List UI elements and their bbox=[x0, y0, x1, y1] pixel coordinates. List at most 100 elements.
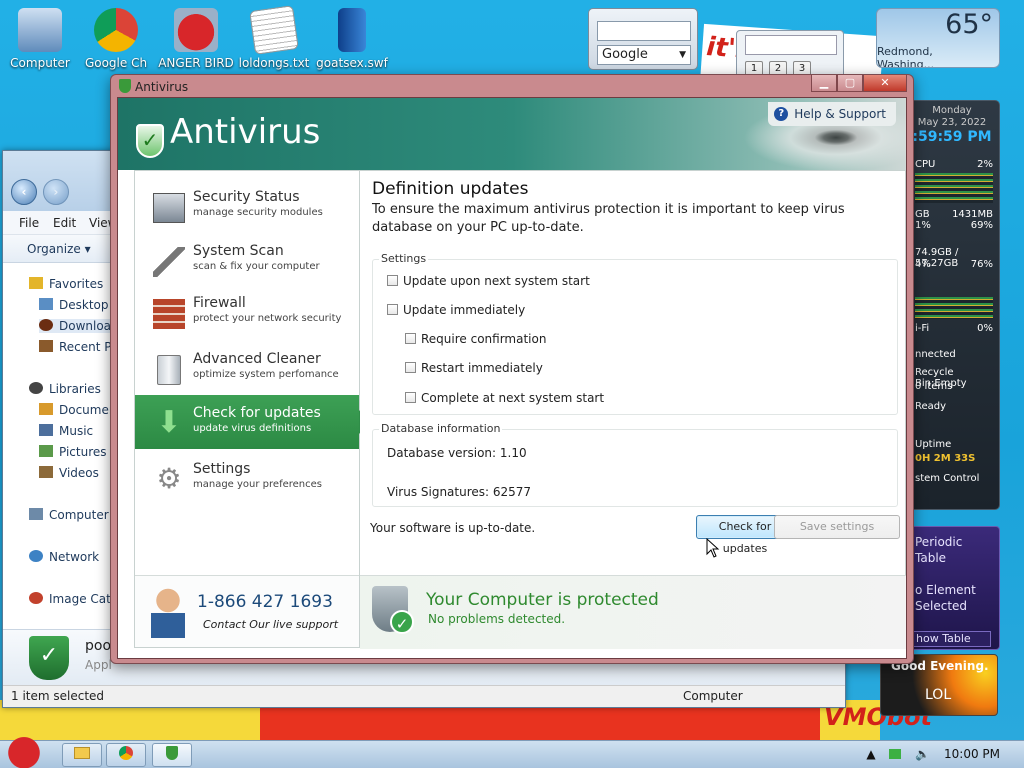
nav-system-scan[interactable]: System Scan scan & fix your computer bbox=[135, 233, 359, 287]
desktop-icon-label: goatsex.swf bbox=[316, 56, 388, 70]
nav-subtitle: update virus definitions bbox=[193, 423, 312, 434]
organize-button[interactable]: Organize ▾ bbox=[27, 242, 91, 256]
nav-settings[interactable]: ⚙ Settings manage your preferences bbox=[135, 451, 359, 505]
desktop-icon-label: loldongs.txt bbox=[238, 56, 310, 70]
videos-icon bbox=[39, 466, 53, 478]
desktop-icon-label: Google Ch bbox=[84, 56, 148, 70]
option-require-confirmation[interactable]: Require confirmation bbox=[405, 332, 546, 346]
taskbar: ▲ 🔈 10:00 PM bbox=[0, 733, 1024, 768]
angry-bird-start-icon bbox=[4, 733, 44, 768]
taskbar-antivirus[interactable] bbox=[152, 743, 192, 767]
nav-desktop[interactable]: Desktop bbox=[39, 298, 109, 312]
save-settings-button[interactable]: Save settings bbox=[774, 515, 900, 539]
maximize-button[interactable]: ▢ bbox=[837, 75, 863, 92]
option-complete-next-start[interactable]: Complete at next system start bbox=[405, 391, 604, 405]
checkbox[interactable] bbox=[405, 333, 416, 344]
checkbox[interactable] bbox=[387, 275, 398, 286]
network-tray-icon[interactable] bbox=[889, 749, 902, 759]
show-hidden-icons-icon[interactable]: ▲ bbox=[866, 747, 875, 761]
nav-subtitle: manage your preferences bbox=[193, 479, 322, 490]
back-arrow-icon[interactable]: ‹ bbox=[11, 179, 37, 205]
nav-music[interactable]: Music bbox=[39, 424, 93, 438]
desktop-icon bbox=[39, 298, 53, 310]
periodic-title-2: Table bbox=[915, 551, 947, 565]
virus-signatures: Virus Signatures: 62577 bbox=[387, 485, 532, 499]
periodic-table-gadget: Periodic Table o Element Selected how Ta… bbox=[906, 526, 1000, 650]
nav-check-for-updates[interactable]: ⬇ Check for updates update virus definit… bbox=[135, 395, 369, 449]
section-title: Definition updates bbox=[372, 179, 529, 199]
swf-file-icon bbox=[338, 8, 366, 52]
search-engine-select[interactable]: Google ▼ bbox=[597, 45, 691, 65]
checkbox[interactable] bbox=[405, 362, 416, 373]
nav-label: Documen bbox=[59, 403, 117, 417]
desktop-icon-goatsex-swf[interactable]: goatsex.swf bbox=[312, 8, 392, 70]
option-update-immediately[interactable]: Update immediately bbox=[387, 303, 525, 317]
ram-value: 1431MB bbox=[952, 209, 993, 220]
taskbar-clock[interactable]: 10:00 PM bbox=[944, 747, 1000, 761]
text-file-icon bbox=[249, 5, 299, 55]
nav-libraries[interactable]: Libraries bbox=[29, 382, 101, 396]
nav-firewall[interactable]: Firewall protect your network security bbox=[135, 285, 359, 339]
show-table-button[interactable]: how Table bbox=[913, 631, 991, 647]
magnifier-icon bbox=[153, 247, 185, 277]
nav-subtitle: scan & fix your computer bbox=[193, 261, 320, 272]
nav-recent-places[interactable]: Recent Pl bbox=[39, 340, 115, 354]
nav-network[interactable]: Network bbox=[29, 550, 99, 564]
nav-downloads[interactable]: Download bbox=[39, 319, 119, 333]
minimize-button[interactable]: ▁ bbox=[811, 75, 837, 92]
help-icon: ? bbox=[774, 107, 789, 121]
brick-wall-icon bbox=[153, 299, 185, 329]
option-label: Update upon next system start bbox=[403, 274, 590, 288]
menu-file[interactable]: File bbox=[19, 216, 39, 230]
nav-label: Network bbox=[49, 550, 100, 564]
google-search-input[interactable] bbox=[597, 21, 691, 41]
taskbar-explorer[interactable] bbox=[62, 743, 102, 767]
section-description: To ensure the maximum antivirus protecti… bbox=[372, 202, 845, 235]
gear-icon: ⚙ bbox=[156, 462, 182, 495]
nav-favorites[interactable]: Favorites bbox=[29, 277, 103, 291]
nav-subtitle: manage security modules bbox=[193, 207, 323, 218]
forward-arrow-icon[interactable]: › bbox=[42, 179, 69, 205]
nav-videos[interactable]: Videos bbox=[39, 466, 99, 480]
start-button[interactable] bbox=[4, 733, 48, 768]
periodic-hint-1: o Element bbox=[915, 583, 976, 597]
nav-computer[interactable]: Computer bbox=[29, 508, 109, 522]
menu-edit[interactable]: Edit bbox=[53, 216, 76, 230]
nav-documents[interactable]: Documen bbox=[39, 403, 116, 417]
uptime-value: 0H 2M 33S bbox=[915, 453, 976, 464]
clock-day: Monday bbox=[932, 105, 972, 116]
music-icon bbox=[39, 424, 53, 436]
desktop-icon-loldongs-txt[interactable]: loldongs.txt bbox=[234, 5, 314, 70]
details-type: Appl bbox=[85, 658, 112, 672]
desktop-icon-google-chrome[interactable]: Google Ch bbox=[76, 8, 156, 70]
recent-places-icon bbox=[39, 340, 53, 352]
desktop-icon-anger-bird[interactable]: ANGER BIRD bbox=[156, 8, 236, 70]
nav-advanced-cleaner[interactable]: Advanced Cleaner optimize system perfoma… bbox=[135, 341, 359, 395]
close-button[interactable]: ✕ bbox=[863, 75, 907, 92]
nav-title: Firewall bbox=[193, 295, 246, 311]
nav-title: Check for updates bbox=[193, 405, 321, 421]
option-restart-immediately[interactable]: Restart immediately bbox=[405, 361, 543, 375]
volume-icon[interactable]: 🔈 bbox=[915, 747, 930, 761]
support-label[interactable]: Contact Our live support bbox=[203, 618, 338, 631]
desktop-icon-computer[interactable]: Computer bbox=[0, 8, 80, 70]
nav-label: Image Cata bbox=[49, 592, 119, 606]
media-status: Ready bbox=[915, 401, 947, 412]
checkbox[interactable] bbox=[405, 392, 416, 403]
option-label: Restart immediately bbox=[421, 361, 543, 375]
nav-title: Settings bbox=[193, 461, 251, 477]
checkbox[interactable] bbox=[387, 304, 398, 315]
nav-security-status[interactable]: Security Status manage security modules bbox=[135, 179, 359, 233]
nav-label: Music bbox=[59, 424, 94, 438]
help-support-link[interactable]: ? Help & Support bbox=[768, 102, 896, 126]
option-update-next-start[interactable]: Update upon next system start bbox=[387, 274, 590, 288]
chevron-down-icon: ▼ bbox=[679, 50, 686, 60]
antivirus-client-area: ✓ Antivirus ? Help & Support Security Stat… bbox=[117, 97, 907, 659]
nav-image-catalog[interactable]: Image Cata bbox=[29, 592, 118, 606]
nav-label: Libraries bbox=[49, 382, 101, 396]
weather-gadget[interactable]: 65° Redmond, Washing... bbox=[876, 8, 1000, 68]
status-selection: 1 item selected bbox=[11, 689, 105, 703]
nav-pictures[interactable]: Pictures bbox=[39, 445, 107, 459]
taskbar-chrome[interactable] bbox=[106, 743, 146, 767]
weather-temperature: 65° bbox=[945, 9, 993, 40]
